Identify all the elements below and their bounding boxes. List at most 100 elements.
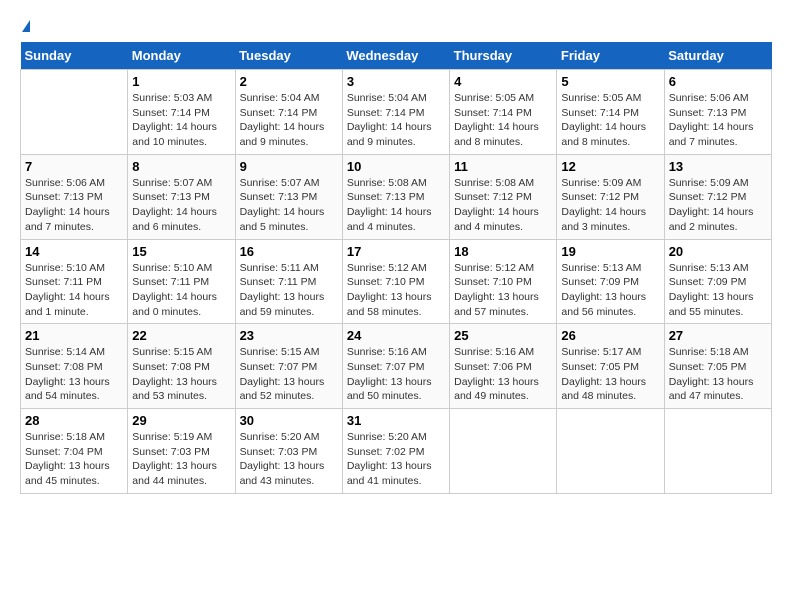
day-number: 29: [132, 413, 230, 428]
day-number: 25: [454, 328, 552, 343]
calendar-cell: 29 Sunrise: 5:19 AMSunset: 7:03 PMDayligh…: [128, 409, 235, 494]
weekday-header-thursday: Thursday: [450, 42, 557, 70]
calendar-week-1: 1 Sunrise: 5:03 AMSunset: 7:14 PMDaylight…: [21, 70, 772, 155]
calendar-cell: 28 Sunrise: 5:18 AMSunset: 7:04 PMDayligh…: [21, 409, 128, 494]
day-info: Sunrise: 5:06 AMSunset: 7:13 PMDaylight:…: [669, 91, 767, 150]
day-info: Sunrise: 5:16 AMSunset: 7:07 PMDaylight:…: [347, 345, 445, 404]
day-number: 11: [454, 159, 552, 174]
day-info: Sunrise: 5:18 AMSunset: 7:04 PMDaylight:…: [25, 430, 123, 489]
day-info: Sunrise: 5:11 AMSunset: 7:11 PMDaylight:…: [240, 261, 338, 320]
day-number: 18: [454, 244, 552, 259]
day-info: Sunrise: 5:09 AMSunset: 7:12 PMDaylight:…: [561, 176, 659, 235]
calendar-cell: 13 Sunrise: 5:09 AMSunset: 7:12 PMDayligh…: [664, 154, 771, 239]
day-info: Sunrise: 5:07 AMSunset: 7:13 PMDaylight:…: [132, 176, 230, 235]
logo-icon: [22, 20, 30, 32]
day-info: Sunrise: 5:18 AMSunset: 7:05 PMDaylight:…: [669, 345, 767, 404]
page-header: [20, 20, 772, 32]
calendar-week-5: 28 Sunrise: 5:18 AMSunset: 7:04 PMDayligh…: [21, 409, 772, 494]
weekday-header-saturday: Saturday: [664, 42, 771, 70]
weekday-header-monday: Monday: [128, 42, 235, 70]
calendar-cell: 24 Sunrise: 5:16 AMSunset: 7:07 PMDayligh…: [342, 324, 449, 409]
day-info: Sunrise: 5:14 AMSunset: 7:08 PMDaylight:…: [25, 345, 123, 404]
logo: [20, 20, 30, 32]
calendar-cell: 30Sunrise: 5:20 AMSunset: 7:03 PMDayligh…: [235, 409, 342, 494]
day-number: 5: [561, 74, 659, 89]
calendar-body: 1 Sunrise: 5:03 AMSunset: 7:14 PMDaylight…: [21, 70, 772, 494]
weekday-header-row: SundayMondayTuesdayWednesdayThursdayFrid…: [21, 42, 772, 70]
day-info: Sunrise: 5:19 AMSunset: 7:03 PMDaylight:…: [132, 430, 230, 489]
calendar-cell: [21, 70, 128, 155]
calendar-cell: 22 Sunrise: 5:15 AMSunset: 7:08 PMDayligh…: [128, 324, 235, 409]
day-info: Sunrise: 5:16 AMSunset: 7:06 PMDaylight:…: [454, 345, 552, 404]
calendar-cell: 27 Sunrise: 5:18 AMSunset: 7:05 PMDayligh…: [664, 324, 771, 409]
calendar-cell: 1 Sunrise: 5:03 AMSunset: 7:14 PMDaylight…: [128, 70, 235, 155]
calendar-cell: 18 Sunrise: 5:12 AMSunset: 7:10 PMDayligh…: [450, 239, 557, 324]
day-info: Sunrise: 5:06 AMSunset: 7:13 PMDaylight:…: [25, 176, 123, 235]
day-number: 31: [347, 413, 445, 428]
day-info: Sunrise: 5:08 AMSunset: 7:13 PMDaylight:…: [347, 176, 445, 235]
day-number: 28: [25, 413, 123, 428]
day-number: 3: [347, 74, 445, 89]
day-info: Sunrise: 5:07 AMSunset: 7:13 PMDaylight:…: [240, 176, 338, 235]
day-number: 23: [240, 328, 338, 343]
day-info: Sunrise: 5:03 AMSunset: 7:14 PMDaylight:…: [132, 91, 230, 150]
day-number: 6: [669, 74, 767, 89]
calendar-cell: 19 Sunrise: 5:13 AMSunset: 7:09 PMDayligh…: [557, 239, 664, 324]
day-number: 13: [669, 159, 767, 174]
calendar-cell: 3 Sunrise: 5:04 AMSunset: 7:14 PMDaylight…: [342, 70, 449, 155]
day-info: Sunrise: 5:09 AMSunset: 7:12 PMDaylight:…: [669, 176, 767, 235]
calendar-cell: 11 Sunrise: 5:08 AMSunset: 7:12 PMDayligh…: [450, 154, 557, 239]
day-number: 8: [132, 159, 230, 174]
day-info: Sunrise: 5:10 AMSunset: 7:11 PMDaylight:…: [132, 261, 230, 320]
calendar-cell: 8 Sunrise: 5:07 AMSunset: 7:13 PMDaylight…: [128, 154, 235, 239]
day-info: Sunrise: 5:12 AMSunset: 7:10 PMDaylight:…: [454, 261, 552, 320]
weekday-header-sunday: Sunday: [21, 42, 128, 70]
calendar-cell: [557, 409, 664, 494]
calendar-table: SundayMondayTuesdayWednesdayThursdayFrid…: [20, 42, 772, 494]
day-number: 26: [561, 328, 659, 343]
day-info: Sunrise: 5:20 AMSunset: 7:03 PMDaylight:…: [240, 430, 338, 489]
day-number: 17: [347, 244, 445, 259]
weekday-header-friday: Friday: [557, 42, 664, 70]
day-number: 16: [240, 244, 338, 259]
day-number: 1: [132, 74, 230, 89]
calendar-cell: 4Sunrise: 5:05 AMSunset: 7:14 PMDaylight…: [450, 70, 557, 155]
calendar-cell: 25 Sunrise: 5:16 AMSunset: 7:06 PMDayligh…: [450, 324, 557, 409]
calendar-cell: 21Sunrise: 5:14 AMSunset: 7:08 PMDayligh…: [21, 324, 128, 409]
day-info: Sunrise: 5:13 AMSunset: 7:09 PMDaylight:…: [561, 261, 659, 320]
day-info: Sunrise: 5:20 AMSunset: 7:02 PMDaylight:…: [347, 430, 445, 489]
calendar-week-2: 7 Sunrise: 5:06 AMSunset: 7:13 PMDaylight…: [21, 154, 772, 239]
day-info: Sunrise: 5:15 AMSunset: 7:08 PMDaylight:…: [132, 345, 230, 404]
calendar-cell: 20Sunrise: 5:13 AMSunset: 7:09 PMDayligh…: [664, 239, 771, 324]
calendar-cell: 16 Sunrise: 5:11 AMSunset: 7:11 PMDayligh…: [235, 239, 342, 324]
calendar-cell: 23 Sunrise: 5:15 AMSunset: 7:07 PMDayligh…: [235, 324, 342, 409]
day-info: Sunrise: 5:17 AMSunset: 7:05 PMDaylight:…: [561, 345, 659, 404]
day-number: 4: [454, 74, 552, 89]
calendar-cell: 14Sunrise: 5:10 AMSunset: 7:11 PMDayligh…: [21, 239, 128, 324]
day-number: 22: [132, 328, 230, 343]
day-number: 2: [240, 74, 338, 89]
calendar-cell: 7 Sunrise: 5:06 AMSunset: 7:13 PMDaylight…: [21, 154, 128, 239]
calendar-cell: [450, 409, 557, 494]
day-number: 15: [132, 244, 230, 259]
day-number: 10: [347, 159, 445, 174]
calendar-cell: 10 Sunrise: 5:08 AMSunset: 7:13 PMDayligh…: [342, 154, 449, 239]
calendar-week-4: 21Sunrise: 5:14 AMSunset: 7:08 PMDayligh…: [21, 324, 772, 409]
day-number: 19: [561, 244, 659, 259]
day-info: Sunrise: 5:05 AMSunset: 7:14 PMDaylight:…: [561, 91, 659, 150]
day-info: Sunrise: 5:15 AMSunset: 7:07 PMDaylight:…: [240, 345, 338, 404]
day-number: 24: [347, 328, 445, 343]
day-number: 27: [669, 328, 767, 343]
weekday-header-wednesday: Wednesday: [342, 42, 449, 70]
day-number: 7: [25, 159, 123, 174]
day-number: 20: [669, 244, 767, 259]
day-number: 12: [561, 159, 659, 174]
weekday-header-tuesday: Tuesday: [235, 42, 342, 70]
calendar-cell: 31 Sunrise: 5:20 AMSunset: 7:02 PMDayligh…: [342, 409, 449, 494]
calendar-week-3: 14Sunrise: 5:10 AMSunset: 7:11 PMDayligh…: [21, 239, 772, 324]
calendar-header: SundayMondayTuesdayWednesdayThursdayFrid…: [21, 42, 772, 70]
day-info: Sunrise: 5:04 AMSunset: 7:14 PMDaylight:…: [347, 91, 445, 150]
calendar-cell: 5 Sunrise: 5:05 AMSunset: 7:14 PMDaylight…: [557, 70, 664, 155]
day-info: Sunrise: 5:08 AMSunset: 7:12 PMDaylight:…: [454, 176, 552, 235]
calendar-cell: 15 Sunrise: 5:10 AMSunset: 7:11 PMDayligh…: [128, 239, 235, 324]
